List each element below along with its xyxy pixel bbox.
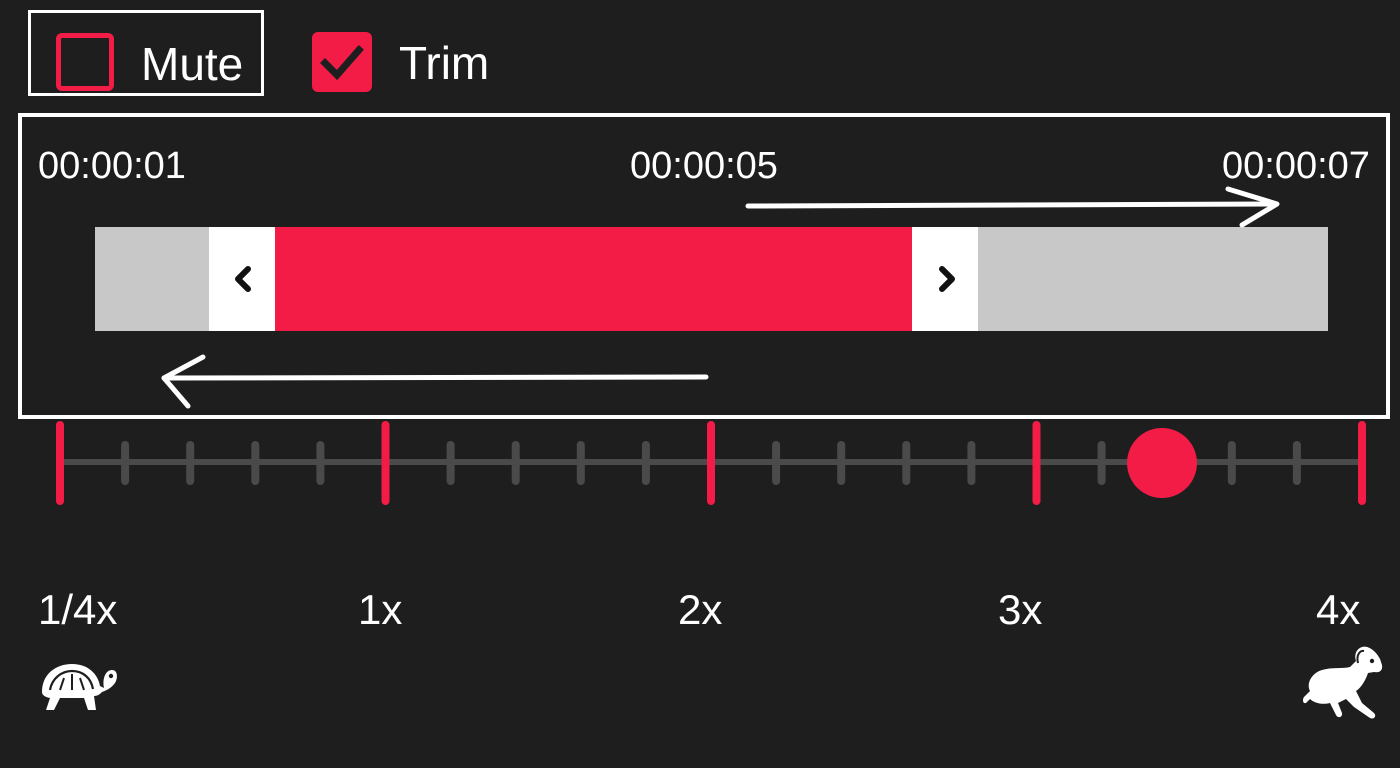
rabbit-icon <box>1302 646 1383 719</box>
speed-label-4x: 4x <box>1316 586 1361 633</box>
trim-left-handle[interactable] <box>209 227 275 331</box>
chevron-right-icon <box>939 266 955 292</box>
turtle-icon <box>42 664 117 710</box>
trim-start-time: 00:00:01 <box>38 145 186 187</box>
trim-label[interactable]: Trim <box>399 40 489 86</box>
mute-label[interactable]: Mute <box>141 41 243 87</box>
speed-label-quarter: 1/4x <box>38 586 118 633</box>
video-editor-panel: Mute Trim 00:00:01 00:00:05 00:00:07 1/4… <box>0 0 1400 768</box>
speed-label-3x: 3x <box>998 586 1043 633</box>
speed-label-1x: 1x <box>358 586 403 633</box>
trim-end-time: 00:00:07 <box>1222 145 1370 187</box>
trim-current-time: 00:00:05 <box>630 145 778 187</box>
trim-checkbox[interactable] <box>312 32 372 92</box>
trim-right-handle[interactable] <box>912 227 978 331</box>
speed-label-2x: 2x <box>678 586 723 633</box>
mute-checkbox[interactable] <box>56 33 114 91</box>
trim-selection[interactable] <box>275 227 912 331</box>
chevron-left-icon <box>235 266 251 292</box>
speed-slider-thumb[interactable] <box>1127 428 1197 498</box>
checkmark-icon <box>320 45 364 81</box>
